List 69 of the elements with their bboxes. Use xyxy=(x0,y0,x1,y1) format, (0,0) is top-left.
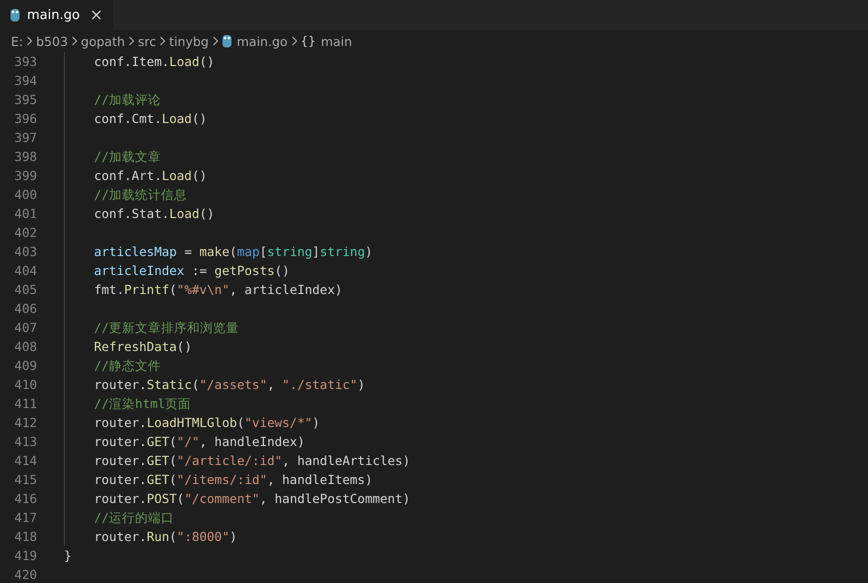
symbol-icon: {} xyxy=(300,34,316,48)
code-line: //静态文件 xyxy=(94,357,162,375)
code-line: //运行的端口 xyxy=(94,509,174,527)
gopher-file-icon xyxy=(222,34,232,48)
line-number: 404 xyxy=(13,262,37,280)
line-number: 397 xyxy=(13,129,37,147)
breadcrumb-item[interactable]: E: xyxy=(11,34,24,48)
line-number: 418 xyxy=(13,528,37,546)
line-number: 407 xyxy=(13,319,37,337)
chevron-right-icon xyxy=(128,36,135,46)
code-line: fmt.Printf("%#v\n", articleIndex) xyxy=(94,281,342,299)
line-number: 416 xyxy=(13,490,37,508)
code-line: router.LoadHTMLGlob("views/*") xyxy=(94,414,320,432)
gopher-file-icon xyxy=(10,8,20,22)
line-number: 394 xyxy=(13,72,37,90)
code-line: articlesMap = make(map[string]string) xyxy=(94,243,372,261)
line-number: 417 xyxy=(13,509,37,527)
line-number: 396 xyxy=(13,110,37,128)
line-number: 401 xyxy=(13,205,37,223)
close-icon[interactable]: × xyxy=(90,7,103,23)
breadcrumb-item[interactable]: main xyxy=(320,34,352,48)
line-number: 415 xyxy=(13,471,37,489)
chevron-right-icon xyxy=(159,36,166,46)
breadcrumb-item[interactable]: main.go xyxy=(236,34,288,48)
line-number: 409 xyxy=(13,357,37,375)
code-line: } xyxy=(64,547,72,565)
breadcrumb-item[interactable]: gopath xyxy=(80,34,125,48)
line-number: 393 xyxy=(13,53,37,71)
editor-tab[interactable]: main.go × xyxy=(0,0,113,30)
line-number: 405 xyxy=(13,281,37,299)
code-line: router.GET("/article/:id", handleArticles) xyxy=(94,452,410,470)
code-line: router.Static("/assets", "./static") xyxy=(94,376,365,394)
line-number: 406 xyxy=(13,300,37,318)
code-line: router.GET("/", handleIndex) xyxy=(94,433,305,451)
line-number: 412 xyxy=(13,414,37,432)
line-number: 402 xyxy=(13,224,37,242)
chevron-right-icon xyxy=(26,36,34,46)
code-line: router.GET("/items/:id", handleItems) xyxy=(94,471,372,489)
breadcrumb-item[interactable]: src xyxy=(138,34,156,48)
code-line: //更新文章排序和浏览量 xyxy=(94,319,240,337)
code-line: RefreshData() xyxy=(94,338,192,356)
code-line: //渲染html页面 xyxy=(94,395,192,413)
line-number: 420 xyxy=(13,566,37,583)
code-line: router.POST("/comment", handlePostComment) xyxy=(94,490,410,508)
line-number: 419 xyxy=(13,547,37,565)
code-line: articleIndex := getPosts() xyxy=(94,262,290,280)
code-line: conf.Art.Load() xyxy=(94,167,207,185)
code-line: //加载文章 xyxy=(94,148,162,166)
chevron-right-icon xyxy=(290,36,298,46)
line-number: 400 xyxy=(13,186,37,204)
line-number: 414 xyxy=(13,452,37,470)
code-line: conf.Item.Load() xyxy=(94,53,214,71)
code-line: conf.Cmt.Load() xyxy=(94,110,207,128)
line-number: 411 xyxy=(13,395,37,413)
line-number: 408 xyxy=(13,338,37,356)
line-number: 410 xyxy=(13,376,37,394)
chevron-right-icon xyxy=(70,36,78,46)
breadcrumb-item[interactable]: b503 xyxy=(36,34,68,48)
code-line: //加载统计信息 xyxy=(94,186,188,204)
chevron-right-icon xyxy=(212,36,219,46)
code-line: router.Run(":8000") xyxy=(94,528,238,546)
line-number: 413 xyxy=(13,433,37,451)
code-line: conf.Stat.Load() xyxy=(94,205,214,223)
code-line: //加载评论 xyxy=(94,91,162,109)
line-number: 403 xyxy=(13,243,37,261)
line-number: 395 xyxy=(13,91,37,109)
breadcrumb-item[interactable]: tinybg xyxy=(169,34,209,48)
line-number: 399 xyxy=(13,167,37,185)
line-number: 398 xyxy=(13,148,37,166)
